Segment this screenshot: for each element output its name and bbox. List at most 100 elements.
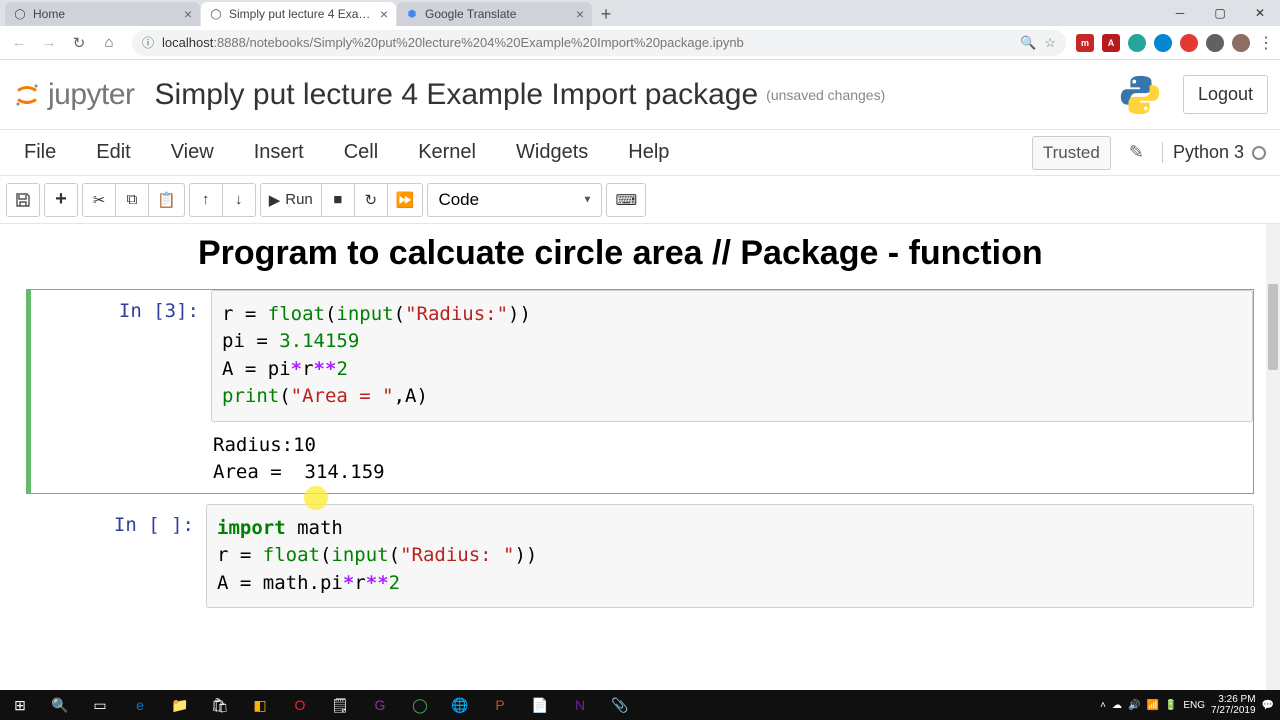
profile-avatar[interactable] [1232,34,1250,52]
menu-cell[interactable]: Cell [324,133,398,172]
reload-button[interactable]: ↻ [66,30,92,56]
extension-icon[interactable] [1180,34,1198,52]
home-button[interactable]: ⌂ [96,30,122,56]
cursor-highlight [304,486,328,510]
opera-icon[interactable]: O [280,690,320,720]
jupyter-favicon: ◯ [13,7,27,21]
code-cell[interactable]: In [3]: r = float(input("Radius:")) pi =… [26,289,1254,494]
app-icon[interactable]: ◧ [240,690,280,720]
browser-tab-home[interactable]: ◯ Home × [5,2,200,26]
task-view-icon[interactable]: ▭ [80,690,120,720]
menu-file[interactable]: File [4,133,76,172]
code-input[interactable]: r = float(input("Radius:")) pi = 3.14159… [211,290,1253,422]
interrupt-button[interactable]: ■ [321,183,355,217]
chrome-icon[interactable]: 🌐 [440,690,480,720]
notepad-icon[interactable]: 🗒 [320,690,360,720]
onenote-icon[interactable]: N [560,690,600,720]
notebook-container[interactable]: Program to calcuate circle area // Packa… [0,224,1280,690]
tray-icons[interactable]: ˄ ☁ 🔊 📶 🔋 ENG [1100,700,1205,711]
language-indicator[interactable]: ENG [1183,700,1205,711]
scrollbar-track[interactable] [1266,224,1280,690]
menu-view[interactable]: View [151,133,234,172]
cell-type-select[interactable]: Code [427,183,602,217]
maximize-button[interactable]: ▢ [1200,0,1240,26]
insert-cell-button[interactable]: + [44,183,78,217]
close-icon[interactable]: × [576,6,584,22]
start-button[interactable]: ⊞ [0,690,40,720]
menu-widgets[interactable]: Widgets [496,133,608,172]
app-icon[interactable]: G [360,690,400,720]
window-controls: ─ ▢ ✕ [1160,0,1280,26]
trusted-button[interactable]: Trusted [1032,136,1111,170]
cut-button[interactable]: ✂ [82,183,116,217]
command-palette-button[interactable]: ⌨ [606,183,646,217]
site-info-icon[interactable]: ⓘ [142,34,154,51]
menu-kernel[interactable]: Kernel [398,133,496,172]
move-down-button[interactable]: ↓ [222,183,256,217]
windows-taskbar: ⊞ 🔍 ▭ e 📁 🛍 ◧ O 🗒 G ◯ 🌐 P 📄 N 📎 ˄ ☁ 🔊 📶 … [0,690,1280,720]
battery-icon[interactable]: 🔋 [1165,700,1177,711]
close-icon[interactable]: × [380,6,388,22]
tab-title: Google Translate [425,7,570,21]
app-icon[interactable]: 📎 [600,690,640,720]
code-output: Radius:10 Area = 314.159 [211,422,1253,493]
menu-insert[interactable]: Insert [234,133,324,172]
code-input[interactable]: import math r = float(input("Radius: "))… [206,504,1254,609]
restart-button[interactable]: ↻ [354,183,388,217]
extension-icon[interactable]: m [1076,34,1094,52]
clock[interactable]: 3:26 PM 7/27/2019 [1211,694,1256,716]
abp-icon[interactable]: A [1102,34,1120,52]
notebook-title[interactable]: Simply put lecture 4 Example Import pack… [155,78,759,112]
scrollbar-thumb[interactable] [1268,284,1278,370]
jupyter-header: jupyter Simply put lecture 4 Example Imp… [0,60,1280,130]
extension-icon[interactable] [1128,34,1146,52]
chrome-menu-icon[interactable]: ⋮ [1258,33,1274,53]
browser-tab-notebook[interactable]: ◯ Simply put lecture 4 Example Im × [201,2,396,26]
search-icon[interactable]: 🔍 [40,690,80,720]
browser-tab-translate[interactable]: ⬢ Google Translate × [397,2,592,26]
code-cell[interactable]: In [ ]: import math r = float(input("Rad… [26,504,1254,609]
logout-button[interactable]: Logout [1183,75,1268,114]
forward-button[interactable]: → [36,30,62,56]
run-button[interactable]: ▶ Run [260,183,322,217]
menu-bar: File Edit View Insert Cell Kernel Widget… [0,130,1280,176]
store-icon[interactable]: 🛍 [200,690,240,720]
volume-icon[interactable]: 🔊 [1128,700,1140,711]
save-button[interactable] [6,183,40,217]
kernel-name: Python 3 [1173,142,1244,163]
app-icon[interactable]: ◯ [400,690,440,720]
kernel-indicator[interactable]: Python 3 [1162,142,1266,163]
minimize-button[interactable]: ─ [1160,0,1200,26]
back-button[interactable]: ← [6,30,32,56]
tab-title: Home [33,7,178,21]
new-tab-button[interactable]: + [593,2,619,26]
edge-icon[interactable]: e [120,690,160,720]
move-up-button[interactable]: ↑ [189,183,223,217]
powerpoint-icon[interactable]: P [480,690,520,720]
url-input[interactable]: ⓘ localhost:8888/notebooks/Simply%20put%… [132,30,1066,56]
app-icon[interactable]: 📄 [520,690,560,720]
close-window-button[interactable]: ✕ [1240,0,1280,26]
close-icon[interactable]: × [184,6,192,22]
tray-up-icon[interactable]: ˄ [1100,700,1106,711]
cell-prompt: In [ ]: [26,504,206,609]
pencil-icon[interactable]: ✎ [1123,142,1150,163]
restart-run-all-button[interactable]: ⏩ [387,183,424,217]
menu-edit[interactable]: Edit [76,133,150,172]
bookmark-icon[interactable]: ☆ [1044,35,1056,51]
paste-button[interactable]: 📋 [148,183,185,217]
onedrive-icon[interactable]: ☁ [1112,700,1122,711]
extension-icon[interactable] [1154,34,1172,52]
notifications-icon[interactable]: 💬 [1262,700,1274,711]
menu-help[interactable]: Help [608,133,689,172]
zoom-icon[interactable]: 🔍 [1020,35,1036,51]
extension-icon[interactable] [1206,34,1224,52]
jupyter-logo[interactable]: jupyter [12,78,135,112]
wifi-icon[interactable]: 📶 [1146,700,1158,711]
kernel-status-icon [1252,146,1266,160]
jupyter-brand-text: jupyter [48,78,135,112]
explorer-icon[interactable]: 📁 [160,690,200,720]
python-logo-icon [1117,72,1163,118]
markdown-heading[interactable]: Program to calcuate circle area // Packa… [198,232,1272,275]
copy-button[interactable]: ⧉ [115,183,149,217]
